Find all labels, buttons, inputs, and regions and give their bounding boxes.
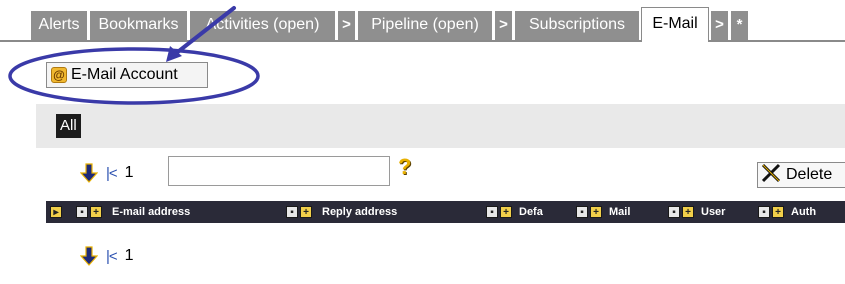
table-header: ▸ ▪ + E-mail address ▪ + Reply address ▪…: [46, 201, 845, 223]
tab-more[interactable]: *: [730, 10, 749, 40]
sort-icon[interactable]: ▪: [758, 206, 770, 218]
first-page-link[interactable]: |<: [106, 165, 118, 182]
tab-email-expand[interactable]: >: [710, 10, 729, 40]
delete-x-icon: [760, 162, 782, 189]
add-filter-icon[interactable]: +: [590, 206, 602, 218]
add-filter-icon[interactable]: +: [682, 206, 694, 218]
page-number: 1: [124, 247, 134, 264]
column-user[interactable]: ▪ + User: [668, 201, 758, 223]
sort-icon[interactable]: ▪: [576, 206, 588, 218]
filter-band: [36, 104, 845, 148]
column-mail[interactable]: ▪ + Mail: [576, 201, 666, 223]
page-number: 1: [124, 164, 134, 181]
pager-top: |< 1: [79, 162, 134, 184]
sort-icon[interactable]: ▪: [286, 206, 298, 218]
column-label: Defa: [519, 206, 543, 218]
sort-icon[interactable]: ▪: [486, 206, 498, 218]
down-arrow-icon[interactable]: [79, 163, 99, 183]
delete-button[interactable]: Delete: [757, 162, 845, 188]
column-label: Mail: [609, 206, 631, 218]
column-label: Reply address: [322, 206, 398, 218]
tab-activities-expand[interactable]: >: [337, 10, 356, 40]
first-page-link[interactable]: |<: [106, 248, 118, 265]
tab-subscriptions[interactable]: Subscriptions: [514, 10, 640, 40]
tab-pipeline-expand[interactable]: >: [494, 10, 513, 40]
sort-icon[interactable]: ▪: [668, 206, 680, 218]
expand-icon[interactable]: ▸: [50, 206, 62, 218]
expand-all-control[interactable]: ▸: [50, 201, 64, 223]
email-account-label: E-Mail Account: [71, 66, 178, 83]
add-filter-icon[interactable]: +: [772, 206, 784, 218]
column-label: User: [701, 206, 726, 218]
column-default[interactable]: ▪ + Defa: [486, 201, 576, 223]
column-label: E-mail address: [112, 206, 191, 218]
pager-bottom: |< 1: [79, 245, 134, 267]
tab-activities[interactable]: Activities (open): [189, 10, 336, 40]
pointer-arrow-head: [166, 46, 182, 62]
search-input[interactable]: [168, 156, 390, 186]
add-filter-icon[interactable]: +: [500, 206, 512, 218]
add-filter-icon[interactable]: +: [90, 206, 102, 218]
down-arrow-icon[interactable]: [79, 246, 99, 266]
column-auth[interactable]: ▪ + Auth: [758, 201, 845, 223]
add-filter-icon[interactable]: +: [300, 206, 312, 218]
tab-divider: [0, 40, 845, 42]
tab-email[interactable]: E-Mail: [641, 7, 709, 42]
tab-bookmarks[interactable]: Bookmarks: [89, 10, 188, 40]
email-account-button[interactable]: @ E-Mail Account: [46, 62, 208, 88]
column-reply-address[interactable]: ▪ + Reply address: [286, 201, 482, 223]
at-sign-icon: @: [51, 67, 67, 83]
help-icon[interactable]: ?: [398, 154, 411, 180]
column-email-address[interactable]: ▪ + E-mail address: [76, 201, 286, 223]
all-filter-button[interactable]: All: [56, 114, 81, 138]
tab-alerts[interactable]: Alerts: [30, 10, 88, 40]
tab-pipeline[interactable]: Pipeline (open): [357, 10, 493, 40]
delete-label: Delete: [786, 166, 833, 183]
tab-bar: Alerts Bookmarks Activities (open) > Pip…: [0, 0, 845, 42]
sort-icon[interactable]: ▪: [76, 206, 88, 218]
column-label: Auth: [791, 206, 817, 218]
